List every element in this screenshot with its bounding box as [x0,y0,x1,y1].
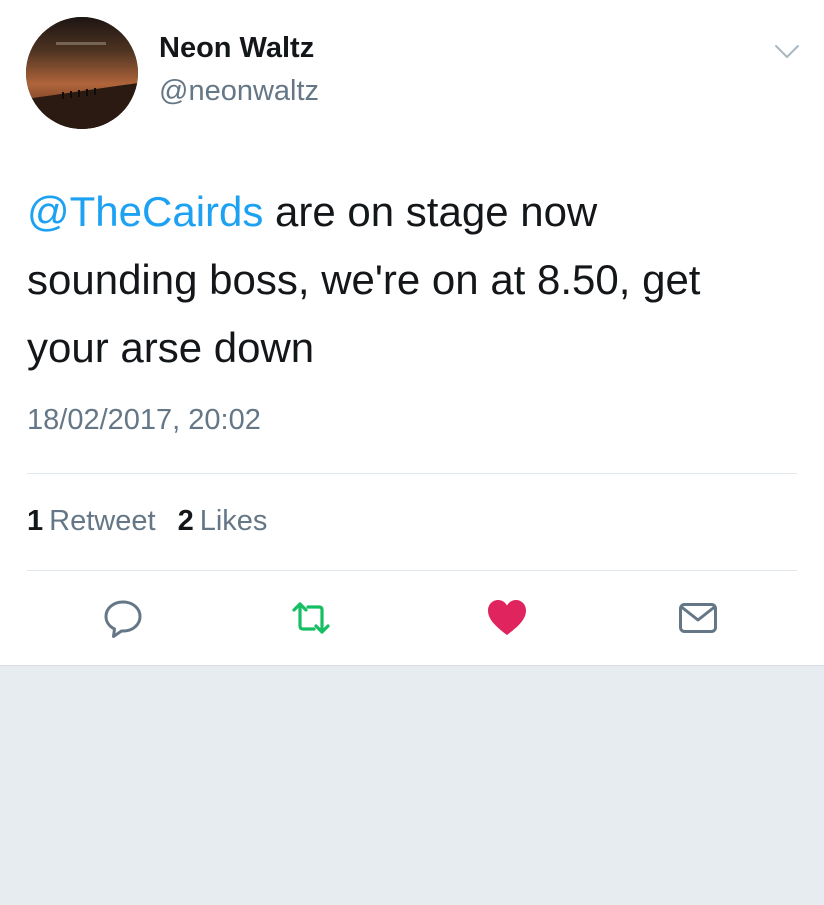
tweet-text-line-2: sounding boss, we're on at 8.50, get [27,256,701,303]
likes-count: 2 [177,505,194,537]
retweets-count: 1 [27,505,44,537]
divider [27,473,797,474]
tweet-card: Neon Waltz @neonwaltz @TheCairds are on … [0,0,824,666]
avatar[interactable] [26,17,138,129]
empty-background [0,666,824,905]
heart-icon [485,596,529,645]
divider [27,570,797,571]
mention-link[interactable]: @TheCairds [27,188,263,235]
likes-label: Likes [199,505,268,537]
user-handle[interactable]: @neonwaltz [159,75,319,108]
reply-button[interactable] [101,598,145,642]
display-name[interactable]: Neon Waltz [159,32,314,65]
tweet-text-line-1: @TheCairds are on stage now [27,178,787,246]
retweets-label: Retweet [49,505,156,537]
retweet-icon [289,596,333,645]
like-button[interactable] [485,598,529,642]
chevron-down-icon[interactable] [772,40,802,62]
tweet-stats: 1 Retweet 2 Likes [27,505,281,538]
tweet-text-line-3: your arse down [27,324,315,371]
reply-icon [101,596,145,645]
envelope-icon [676,596,720,645]
tweet-text-segment: are on stage now [263,188,598,235]
tweet-text: @TheCairds are on stage now sounding bos… [27,178,787,382]
tweet-timestamp: 18/02/2017, 20:02 [27,404,261,436]
share-button[interactable] [676,598,720,642]
retweets-stat[interactable]: 1 Retweet [27,505,156,537]
likes-stat[interactable]: 2 Likes [178,505,268,537]
retweet-button[interactable] [289,598,333,642]
